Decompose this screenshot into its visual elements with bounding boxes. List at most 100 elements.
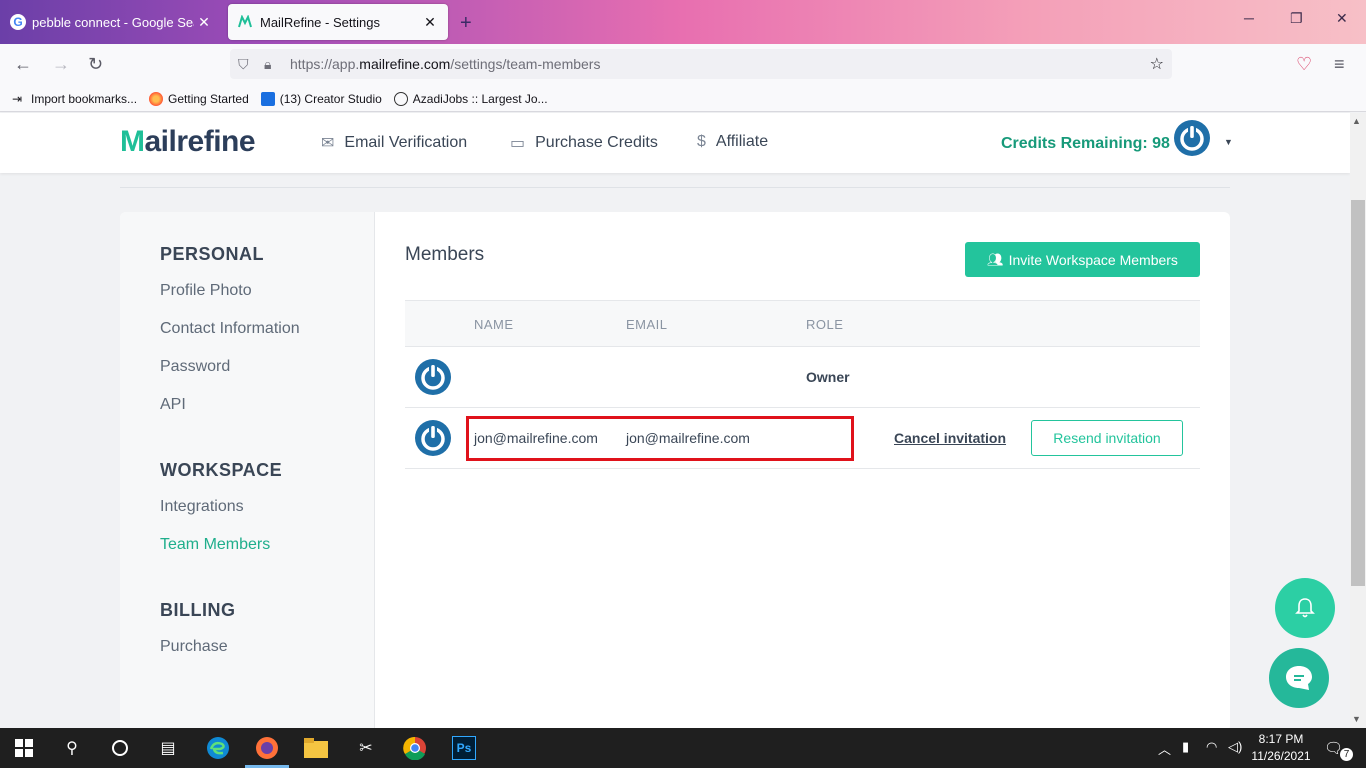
- photoshop-icon[interactable]: Ps: [452, 736, 476, 760]
- sidebar-item-integrations[interactable]: Integrations: [160, 498, 244, 516]
- close-icon[interactable]: ✕: [194, 14, 214, 31]
- bookmark-label: (13) Creator Studio: [279, 91, 382, 106]
- tab-mailrefine-settings[interactable]: MailRefine - Settings ✕: [228, 4, 448, 40]
- google-icon: G: [10, 14, 26, 30]
- restore-icon[interactable]: ❐: [1290, 10, 1303, 27]
- chrome-icon[interactable]: [403, 736, 427, 760]
- dollar-icon: $: [697, 133, 706, 150]
- divider: [120, 187, 1230, 188]
- back-icon[interactable]: ←: [14, 54, 32, 75]
- cancel-invitation-link[interactable]: Cancel invitation: [894, 430, 1006, 446]
- column-header-email: EMAIL: [626, 317, 668, 332]
- bell-icon: [1295, 598, 1315, 618]
- bookmark-label: AzadiJobs :: Largest Jo...: [412, 91, 548, 106]
- file-explorer-icon[interactable]: [304, 736, 328, 760]
- notification-count-badge: 7: [1340, 748, 1353, 761]
- invite-members-button[interactable]: 👥︎ Invite Workspace Members: [965, 242, 1200, 277]
- credit-card-icon: ▭: [510, 135, 526, 152]
- sidebar-item-password[interactable]: Password: [160, 358, 230, 376]
- users-icon: 👥︎: [987, 251, 1004, 267]
- settings-sidebar: PERSONAL Profile Photo Contact Informati…: [120, 212, 375, 732]
- bookmark-creator-studio[interactable]: (13) Creator Studio: [260, 91, 382, 106]
- nav-affiliate[interactable]: $ Affiliate: [697, 133, 768, 151]
- lock-icon: 🔒︎: [264, 55, 272, 72]
- chevron-down-icon[interactable]: ▼: [1224, 137, 1233, 147]
- tab-title: pebble connect - Google Search: [32, 14, 194, 30]
- battery-icon[interactable]: ▮: [1182, 739, 1189, 755]
- nav-label: Affiliate: [715, 133, 769, 150]
- table-row: Owner: [405, 347, 1200, 408]
- pocket-icon[interactable]: ♡: [1296, 54, 1312, 75]
- edge-icon[interactable]: [206, 736, 230, 760]
- notification-bell-button[interactable]: [1275, 578, 1335, 638]
- chat-widget-button[interactable]: [1269, 648, 1329, 708]
- envelope-open-icon: ✉: [321, 135, 335, 152]
- nav-label: Email Verification: [344, 134, 468, 151]
- section-title-workspace: WORKSPACE: [160, 460, 283, 480]
- url-host: mailrefine.com: [359, 56, 451, 72]
- settings-card: PERSONAL Profile Photo Contact Informati…: [120, 212, 1230, 732]
- resend-invitation-button[interactable]: Resend invitation: [1031, 420, 1183, 456]
- bookmarks-bar: ⇥ Import bookmarks... Getting Started (1…: [0, 86, 1366, 112]
- snipping-tool-icon[interactable]: ✂: [354, 736, 378, 760]
- bookmark-star-icon[interactable]: ☆: [1150, 54, 1164, 74]
- scroll-down-icon[interactable]: ▼: [1352, 714, 1361, 724]
- windows-taskbar: ⚲ ▤ ✂ Ps ︿ ▮ ◠ ◁) 8:17 PM 11/26/2021 🗨︎ …: [0, 728, 1366, 768]
- bookmark-label: Getting Started: [168, 91, 249, 106]
- section-title-personal: PERSONAL: [160, 244, 265, 264]
- page-title: Members: [405, 244, 485, 265]
- sidebar-item-purchase[interactable]: Purchase: [160, 638, 228, 656]
- nav-label: Purchase Credits: [535, 134, 658, 151]
- scroll-up-icon[interactable]: ▲: [1352, 116, 1361, 126]
- taskbar-clock[interactable]: 8:17 PM 11/26/2021: [1248, 731, 1314, 765]
- sidebar-item-contact-information[interactable]: Contact Information: [160, 320, 300, 338]
- windows-start-icon[interactable]: [12, 736, 36, 760]
- bookmark-getting-started[interactable]: Getting Started: [149, 91, 249, 106]
- sidebar-item-profile-photo[interactable]: Profile Photo: [160, 282, 252, 300]
- tab-title: MailRefine - Settings: [260, 14, 380, 30]
- firefox-icon[interactable]: [255, 736, 279, 760]
- tab-google-search[interactable]: G pebble connect - Google Search ✕: [0, 0, 222, 44]
- invite-button-label: Invite Workspace Members: [1008, 251, 1178, 268]
- menu-icon[interactable]: ≡: [1334, 54, 1345, 75]
- avatar[interactable]: [1174, 120, 1210, 156]
- globe-icon: [393, 91, 408, 106]
- url-bar[interactable]: ⛉ 🔒︎ https://app. mailrefine.com/settings…: [230, 49, 1172, 79]
- reload-icon[interactable]: ↻: [88, 54, 103, 75]
- avatar: [415, 420, 451, 456]
- mailrefine-logo[interactable]: Mailrefine: [120, 125, 256, 159]
- volume-icon[interactable]: ◁): [1228, 739, 1242, 755]
- column-header-name: NAME: [474, 317, 514, 332]
- forward-icon[interactable]: →: [52, 54, 70, 75]
- nav-purchase-credits[interactable]: ▭ Purchase Credits: [510, 133, 658, 153]
- task-view-icon[interactable]: ▤: [156, 736, 180, 760]
- nav-email-verification[interactable]: ✉ Email Verification: [321, 133, 467, 153]
- app-header: Mailrefine ✉ Email Verification ▭ Purcha…: [0, 113, 1350, 173]
- creator-studio-icon: [260, 91, 275, 106]
- new-tab-button[interactable]: +: [460, 12, 472, 35]
- member-role: Owner: [806, 369, 850, 385]
- tray-expand-icon[interactable]: ︿: [1158, 739, 1171, 758]
- close-window-icon[interactable]: ✕: [1336, 10, 1348, 27]
- sidebar-item-team-members[interactable]: Team Members: [160, 536, 270, 554]
- close-icon[interactable]: ✕: [420, 14, 440, 31]
- search-icon[interactable]: ⚲: [60, 736, 84, 760]
- sidebar-item-api[interactable]: API: [160, 396, 186, 414]
- url-path: /settings/team-members: [450, 56, 601, 72]
- browser-tab-bar: G pebble connect - Google Search ✕ MailR…: [0, 0, 1366, 44]
- bookmark-label: Import bookmarks...: [31, 91, 138, 106]
- column-header-role: ROLE: [806, 317, 844, 332]
- cortana-icon[interactable]: [108, 736, 132, 760]
- clock-time: 8:17 PM: [1258, 732, 1304, 746]
- bookmark-azadijobs[interactable]: AzadiJobs :: Largest Jo...: [393, 91, 548, 106]
- scrollbar-thumb[interactable]: [1351, 200, 1365, 586]
- minimize-icon[interactable]: ─: [1244, 10, 1254, 26]
- wifi-icon[interactable]: ◠: [1206, 739, 1217, 755]
- section-title-billing: BILLING: [160, 600, 236, 620]
- credits-remaining: Credits Remaining: 98: [1001, 135, 1170, 152]
- firefox-icon: [149, 91, 164, 106]
- members-table-header: NAME EMAIL ROLE: [405, 300, 1200, 347]
- bookmark-import[interactable]: ⇥ Import bookmarks...: [12, 92, 137, 106]
- chat-icon: [1286, 666, 1312, 690]
- avatar: [415, 359, 451, 395]
